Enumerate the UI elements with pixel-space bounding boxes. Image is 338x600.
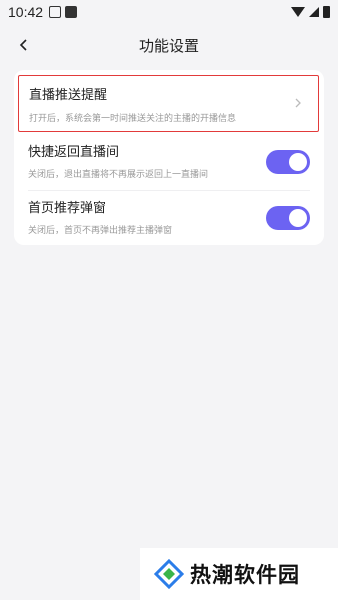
wifi-icon [291,7,305,17]
notification-icon [49,6,62,18]
nav-bar: 功能设置 [0,30,338,60]
quick-return-toggle[interactable] [266,150,310,174]
back-chevron-icon [19,39,27,51]
watermark-text: 热潮软件园 [190,563,300,587]
setting-description: 打开后，系统会第一时间推送关注的主播的开播信息 [29,114,237,124]
homepage-popup-toggle[interactable] [266,206,310,230]
divider [28,190,310,191]
back-button[interactable] [12,33,36,57]
toggle-knob [289,153,307,171]
battery-icon [323,6,330,18]
page-title: 功能设置 [138,36,199,55]
setting-quick-return-live: 快捷返回直播间 关闭后，退出直播将不再展示返回上一直播间 [14,144,324,192]
toggle-knob [289,209,307,227]
square-icon [65,6,78,18]
watermark: 热潮软件园 [140,548,338,600]
watermark-logo-icon [154,559,184,589]
chevron-right-icon [295,98,301,108]
signal-icon [309,7,319,17]
status-bar: 10:42 [0,0,338,24]
settings-card: 直播推送提醒 打开后，系统会第一时间推送关注的主播的开播信息 快捷返回直播间 关… [14,70,324,245]
setting-description: 关闭后，退出直播将不再展示返回上一直播间 [28,170,209,180]
status-time: 10:42 [8,4,44,20]
setting-live-push-reminder[interactable]: 直播推送提醒 打开后，系统会第一时间推送关注的主播的开播信息 [18,75,319,132]
setting-homepage-recommend-popup: 首页推荐弹窗 关闭后，首页不再弹出推荐主播弹窗 [14,200,324,245]
setting-title: 直播推送提醒 [29,88,108,103]
setting-description: 关闭后，首页不再弹出推荐主播弹窗 [28,226,173,236]
